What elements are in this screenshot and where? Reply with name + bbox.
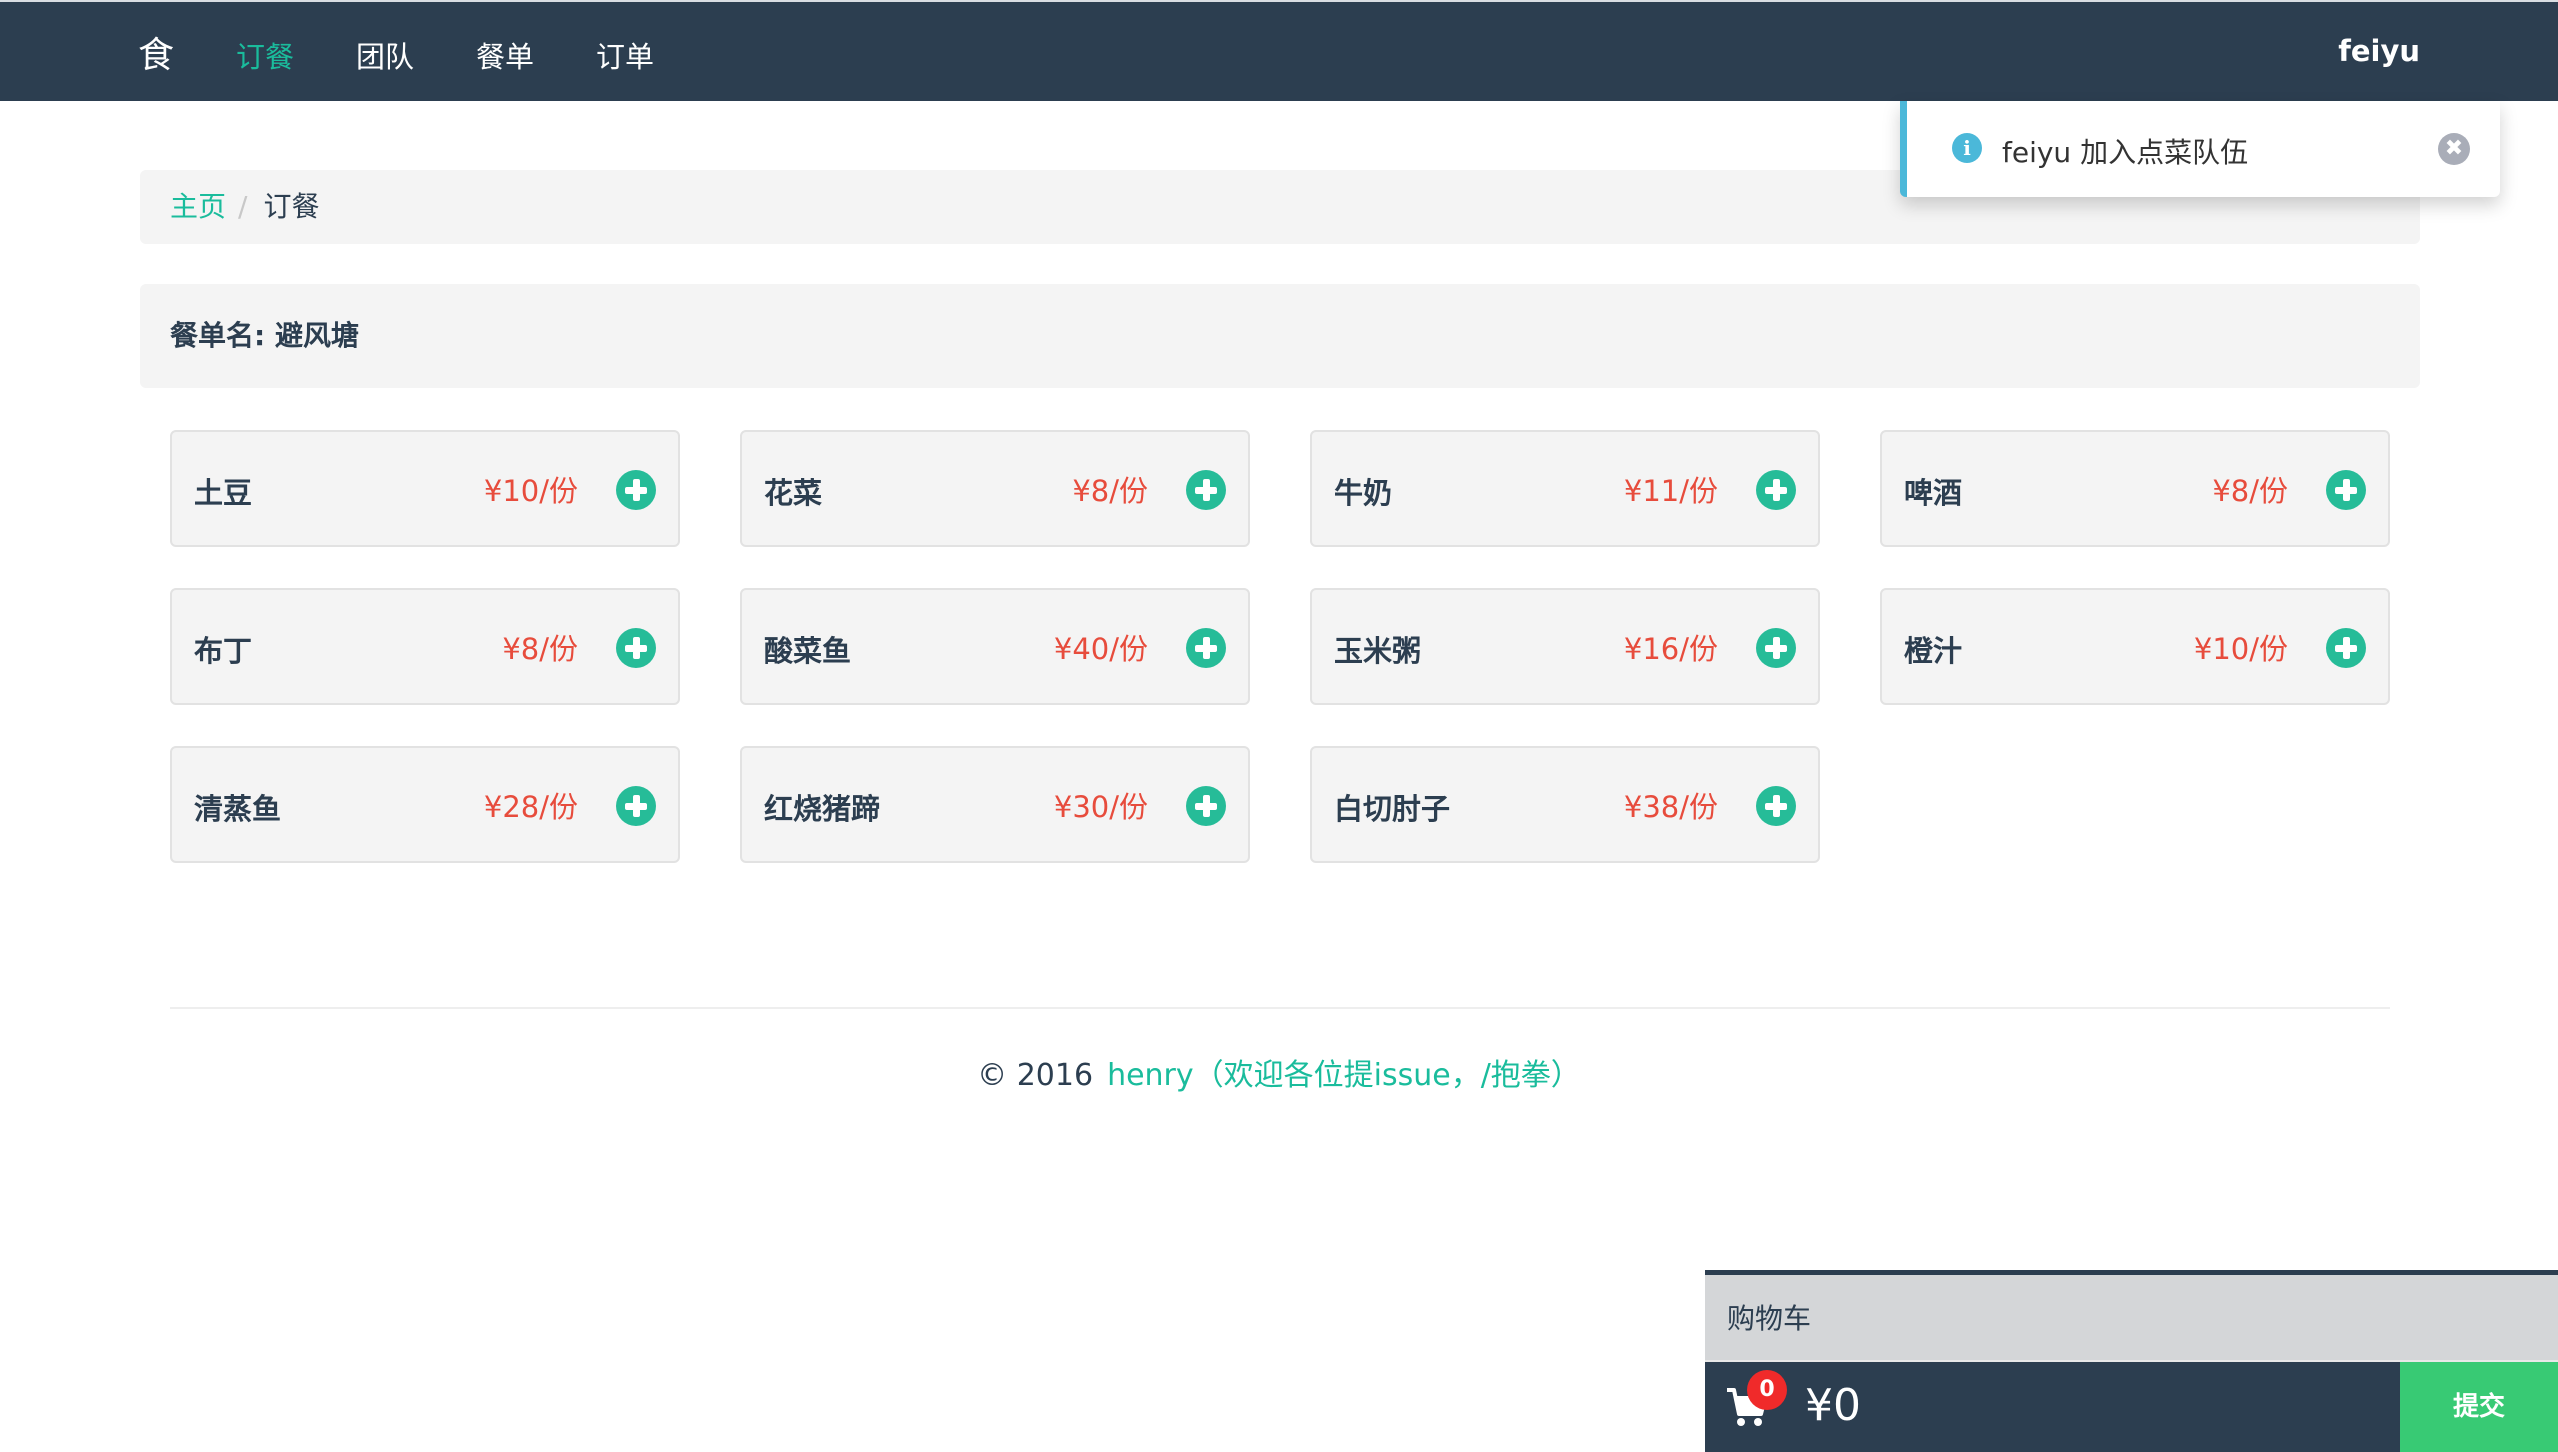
add-to-cart-icon[interactable] xyxy=(2326,470,2366,510)
cart-total: ¥0 xyxy=(1805,1380,1861,1431)
notification-text: feiyu 加入点菜队伍 xyxy=(2002,136,2249,169)
dish-price: ¥28/份 xyxy=(483,790,578,824)
cart-bar: 0 ¥0 提交 xyxy=(1705,1362,2558,1452)
dish-card: 土豆 ¥10/份 xyxy=(170,430,680,547)
add-to-cart-icon[interactable] xyxy=(1756,470,1796,510)
nav-item-team[interactable]: 团队 xyxy=(356,34,414,76)
dish-price: ¥30/份 xyxy=(1053,790,1148,824)
user-menu[interactable]: feiyu xyxy=(2338,34,2420,68)
nav-item-order-food[interactable]: 订餐 xyxy=(236,34,294,76)
dish-card: 牛奶 ¥11/份 xyxy=(1310,430,1820,547)
dish-card: 啤酒 ¥8/份 xyxy=(1880,430,2390,547)
footer-author-link[interactable]: henry（欢迎各位提issue，/抱拳） xyxy=(1107,1058,1581,1093)
menu-name-label: 餐单名: 避风塘 xyxy=(170,319,359,352)
dish-name: 玉米粥 xyxy=(1334,634,1422,668)
cart-count-badge: 0 xyxy=(1747,1370,1787,1410)
breadcrumb-current: 订餐 xyxy=(263,190,320,223)
dish-price: ¥8/份 xyxy=(2212,474,2288,508)
cart-header[interactable]: 购物车 xyxy=(1705,1275,2558,1362)
add-to-cart-icon[interactable] xyxy=(2326,628,2366,668)
footer: © 2016 henry（欢迎各位提issue，/抱拳） xyxy=(0,1050,2558,1094)
dish-price: ¥10/份 xyxy=(483,474,578,508)
dish-name: 白切肘子 xyxy=(1334,792,1451,826)
add-to-cart-icon[interactable] xyxy=(616,628,656,668)
add-to-cart-icon[interactable] xyxy=(616,786,656,826)
info-icon: i xyxy=(1952,133,1982,163)
close-icon[interactable]: ✖ xyxy=(2438,133,2470,165)
dish-price: ¥8/份 xyxy=(1072,474,1148,508)
navbar: 食 订餐 团队 餐单 订单 feiyu xyxy=(0,0,2558,101)
shopping-cart: 购物车 0 ¥0 提交 xyxy=(1705,1270,2558,1452)
dish-price: ¥40/份 xyxy=(1053,632,1148,666)
add-to-cart-icon[interactable] xyxy=(1756,628,1796,668)
nav-item-menus[interactable]: 餐单 xyxy=(476,34,534,76)
dish-name: 布丁 xyxy=(194,634,253,668)
add-to-cart-icon[interactable] xyxy=(616,470,656,510)
add-to-cart-icon[interactable] xyxy=(1186,470,1226,510)
dish-card: 玉米粥 ¥16/份 xyxy=(1310,588,1820,705)
dish-name: 清蒸鱼 xyxy=(194,792,282,826)
dish-name: 花菜 xyxy=(764,476,823,510)
brand-logo[interactable]: 食 xyxy=(138,26,174,78)
add-to-cart-icon[interactable] xyxy=(1186,786,1226,826)
dish-card: 白切肘子 ¥38/份 xyxy=(1310,746,1820,863)
dish-price: ¥38/份 xyxy=(1623,790,1718,824)
dish-name: 啤酒 xyxy=(1904,476,1963,510)
submit-button[interactable]: 提交 xyxy=(2400,1362,2558,1452)
dish-price: ¥10/份 xyxy=(2193,632,2288,666)
cart-title: 购物车 xyxy=(1727,1302,1812,1335)
notification-toast: i feiyu 加入点菜队伍 ✖ xyxy=(1900,101,2500,197)
dish-card: 橙汁 ¥10/份 xyxy=(1880,588,2390,705)
dish-name: 橙汁 xyxy=(1904,634,1963,668)
footer-copyright: © 2016 xyxy=(977,1058,1094,1093)
dish-price: ¥8/份 xyxy=(502,632,578,666)
menu-name-panel: 餐单名: 避风塘 xyxy=(140,284,2420,388)
dish-card: 红烧猪蹄 ¥30/份 xyxy=(740,746,1250,863)
breadcrumb-home-link[interactable]: 主页 xyxy=(170,190,226,223)
dish-card: 清蒸鱼 ¥28/份 xyxy=(170,746,680,863)
nav-item-orders[interactable]: 订单 xyxy=(596,34,654,76)
add-to-cart-icon[interactable] xyxy=(1756,786,1796,826)
dish-name: 红烧猪蹄 xyxy=(764,792,881,826)
dish-name: 牛奶 xyxy=(1334,476,1393,510)
dish-name: 土豆 xyxy=(194,476,253,510)
dish-card: 酸菜鱼 ¥40/份 xyxy=(740,588,1250,705)
footer-divider xyxy=(170,1007,2390,1009)
breadcrumb-separator: / xyxy=(238,190,248,223)
add-to-cart-icon[interactable] xyxy=(1186,628,1226,668)
dish-card: 花菜 ¥8/份 xyxy=(740,430,1250,547)
dish-price: ¥16/份 xyxy=(1623,632,1718,666)
dish-name: 酸菜鱼 xyxy=(764,634,852,668)
dish-price: ¥11/份 xyxy=(1623,474,1718,508)
dish-card: 布丁 ¥8/份 xyxy=(170,588,680,705)
